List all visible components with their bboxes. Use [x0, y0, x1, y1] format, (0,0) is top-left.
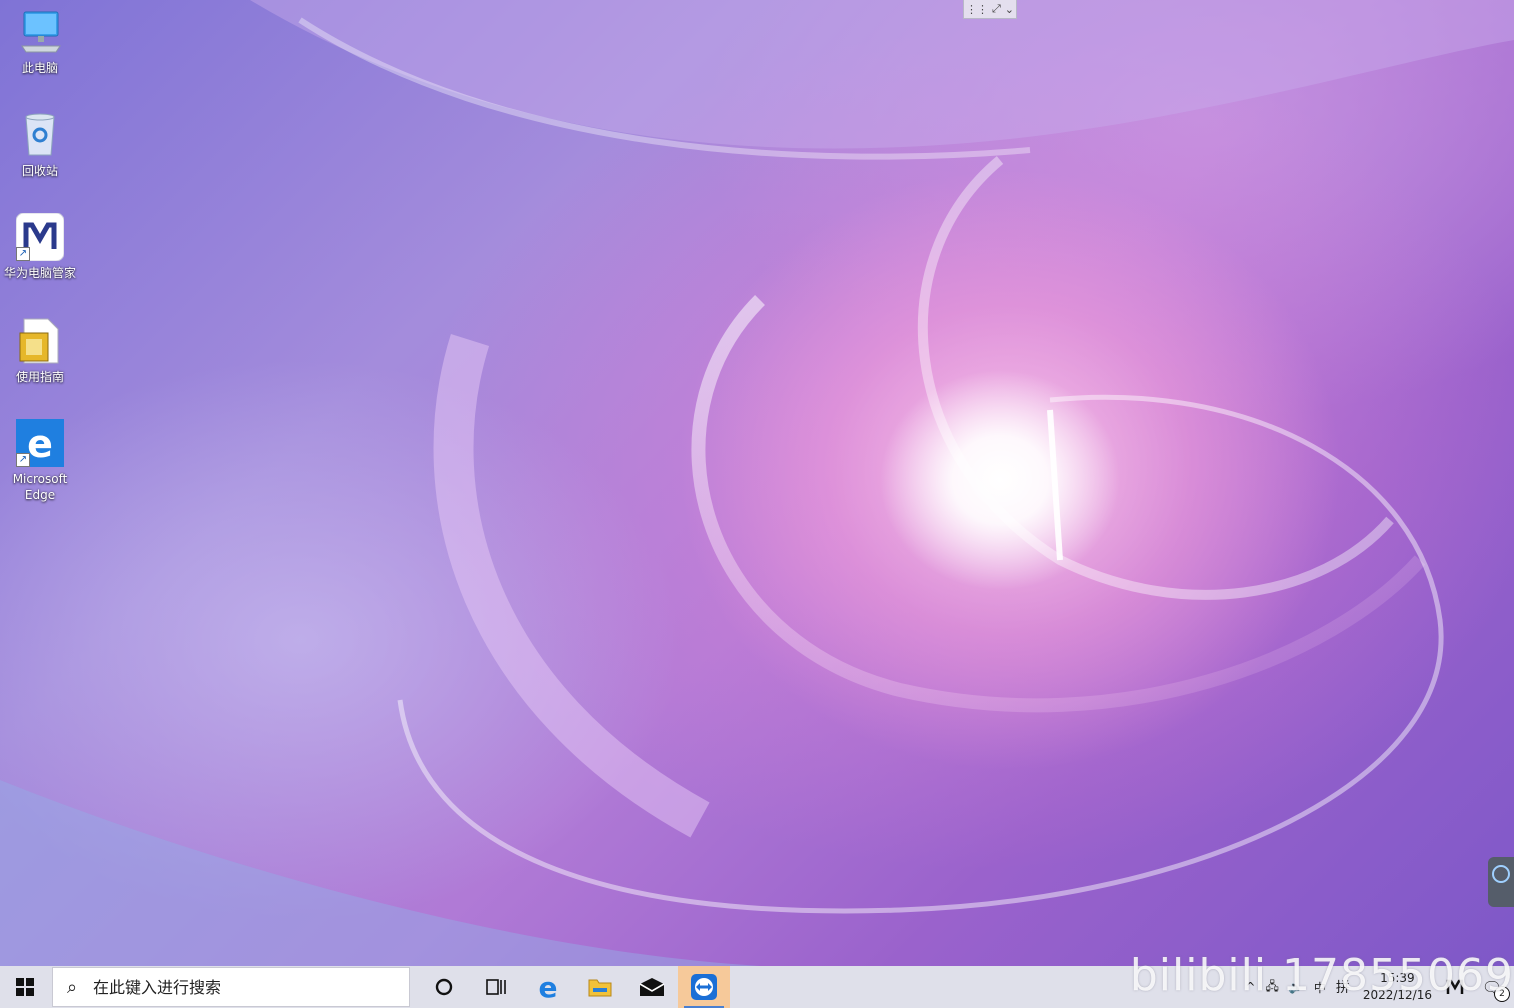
taskbar-search-box[interactable]: ⌕: [52, 967, 410, 1007]
svg-text:e: e: [539, 974, 558, 1000]
clock-time: 15:39: [1380, 971, 1415, 985]
recycle-bin-icon: [16, 111, 64, 159]
teamviewer-button[interactable]: [678, 966, 730, 1008]
windows-icon: [16, 978, 34, 996]
search-icon: ⌕: [66, 976, 78, 998]
system-tray: ^ 🖧 🔈 中 拼 15:39 2022/12/16 🗨 2: [1240, 966, 1514, 1008]
teamviewer-icon: [1492, 865, 1510, 883]
shortcut-arrow-icon: ↗: [16, 247, 30, 261]
clock-date: 2022/12/16: [1362, 988, 1432, 1002]
remote-side-handle[interactable]: [1488, 857, 1514, 907]
huawei-pc-manager-icon: [1446, 979, 1464, 994]
ime-label: 拼: [1335, 980, 1350, 996]
edge-icon: e: [539, 974, 558, 1000]
desktop-icon-user-guide[interactable]: 使用指南: [0, 317, 80, 385]
mail-icon: [639, 978, 665, 996]
file-explorer-button[interactable]: [574, 966, 626, 1008]
cortana-icon: [435, 978, 453, 996]
task-view-icon: [486, 979, 506, 995]
desktop-icon-edge[interactable]: e ↗ Microsoft Edge: [0, 419, 80, 503]
shortcut-arrow-icon: ↗: [16, 453, 30, 467]
desktop-icon-label: 此电脑: [21, 61, 58, 75]
file-explorer-icon: [588, 979, 612, 997]
remote-toolbar[interactable]: ⋮⋮ ⤢ ⌄: [963, 0, 1017, 19]
ime-button[interactable]: 拼: [1331, 966, 1355, 1008]
fullscreen-icon[interactable]: ⤢: [992, 2, 1001, 16]
mail-button[interactable]: [626, 966, 678, 1008]
desktop-icon-huawei-pc-manager[interactable]: ↗ 华为电脑管家: [0, 212, 80, 281]
huawei-pc-manager-tray[interactable]: [1440, 966, 1470, 1008]
chevron-down-icon[interactable]: ⌄: [1005, 3, 1014, 16]
chevron-up-icon: ^: [1245, 980, 1256, 994]
taskbar: ⌕ e ^ 🖧: [0, 966, 1514, 1008]
network-status-button[interactable]: 🖧: [1260, 966, 1283, 1008]
desktop-wallpaper: [0, 0, 1514, 966]
cortana-button[interactable]: [418, 966, 470, 1008]
desktop-icon-label: 华为电脑管家: [3, 266, 76, 280]
task-view-button[interactable]: [470, 966, 522, 1008]
grip-icon[interactable]: ⋮⋮: [966, 3, 988, 16]
network-icon: 🖧: [1265, 978, 1279, 993]
computer-icon: [16, 8, 64, 56]
desktop-icon-label: 回收站: [21, 164, 58, 178]
search-input[interactable]: [91, 976, 395, 998]
taskbar-clock[interactable]: 15:39 2022/12/16: [1355, 970, 1440, 1004]
volume-icon: 🔈: [1288, 980, 1304, 994]
huawei-pc-manager-icon: ↗: [15, 212, 65, 262]
desktop-icon-label: 使用指南: [15, 370, 64, 384]
user-guide-icon: [16, 317, 64, 365]
desktop-icon-recycle-bin[interactable]: 回收站: [0, 111, 80, 179]
volume-button[interactable]: 🔈: [1284, 966, 1309, 1008]
ime-mode-icon: 中: [1313, 980, 1326, 995]
edge-icon: e ↗: [16, 419, 64, 467]
teamviewer-icon: [691, 974, 717, 1000]
action-center-button[interactable]: 🗨 2: [1470, 966, 1514, 1008]
desktop-icon-this-pc[interactable]: 此电脑: [0, 8, 80, 76]
start-button[interactable]: [0, 966, 50, 1008]
svg-text:e: e: [27, 422, 53, 466]
taskbar-edge-button[interactable]: e: [522, 966, 574, 1008]
language-bar[interactable]: 中: [1309, 966, 1331, 1008]
desktop-icon-label: Microsoft Edge: [12, 472, 68, 502]
show-hidden-icons-button[interactable]: ^: [1240, 966, 1260, 1008]
notification-count-badge: 2: [1494, 986, 1510, 1002]
